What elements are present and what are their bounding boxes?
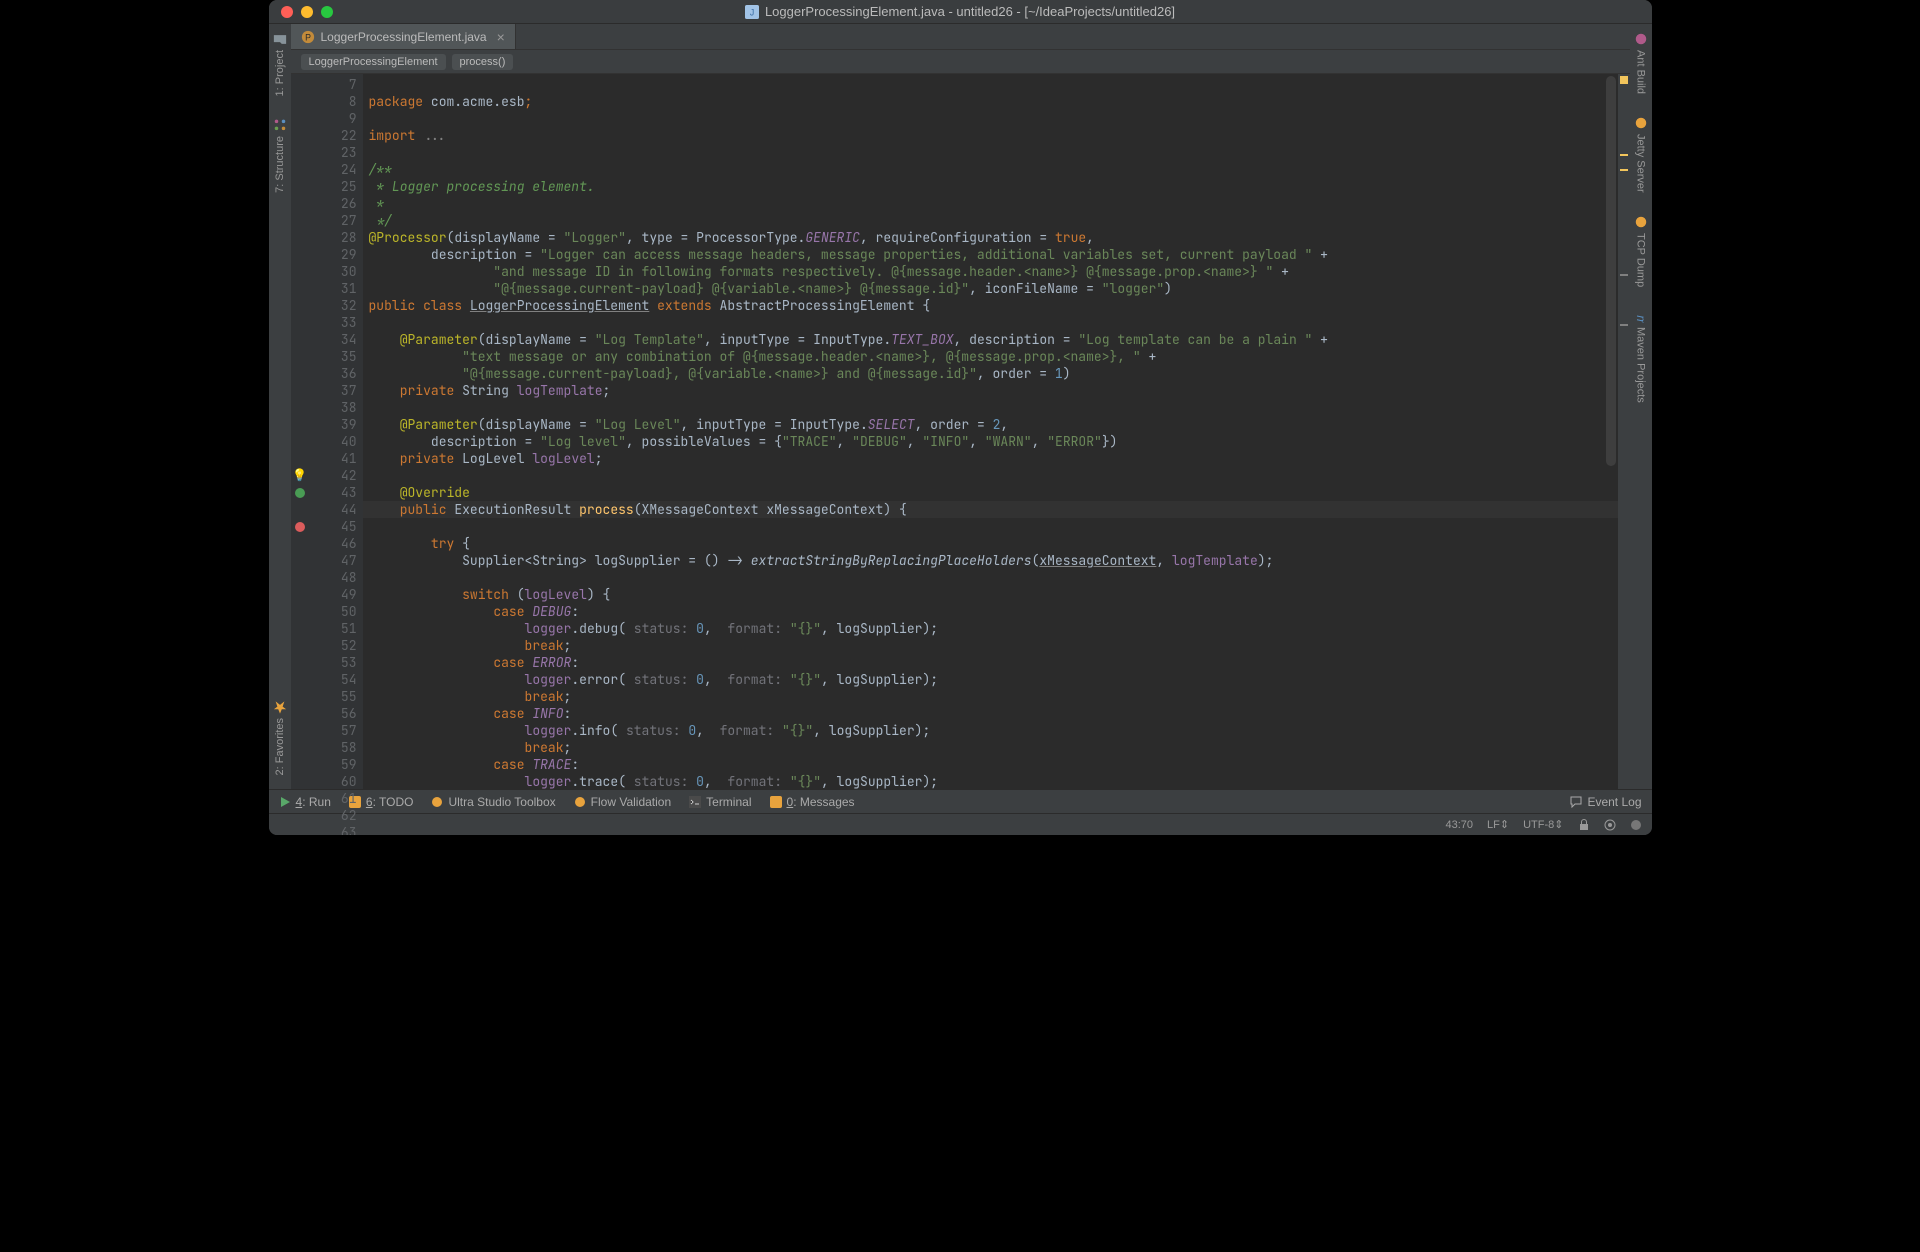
close-tab-button[interactable]: ×: [497, 29, 505, 45]
ide-window: J LoggerProcessingElement.java - untitle…: [269, 0, 1652, 835]
titlebar: J LoggerProcessingElement.java - untitle…: [269, 0, 1652, 24]
window-controls: [281, 6, 333, 18]
jetty-icon: [1634, 116, 1648, 130]
left-tool-rail: 1: Project 7: Structure 2: Favorites: [269, 24, 291, 789]
todo-tool-button[interactable]: 6: TODO: [349, 795, 414, 809]
breadcrumb: LoggerProcessingElement process(): [291, 50, 1630, 74]
event-log-button[interactable]: Event Log: [1570, 795, 1641, 809]
terminal-tool-button[interactable]: Terminal: [689, 795, 751, 809]
messages-icon: [770, 796, 782, 808]
code-area[interactable]: package com.acme.esb; import ... /** * L…: [363, 74, 1618, 789]
code-editor[interactable]: 💡 7 8 9 22 23 24 25 26 27 28 29 30 31 32…: [291, 74, 1630, 789]
java-file-icon: J: [745, 5, 759, 19]
breakpoint-icon[interactable]: [295, 522, 305, 532]
breadcrumb-method[interactable]: process(): [452, 54, 514, 70]
folder-icon: [273, 32, 287, 46]
tcp-dump-tool-tab[interactable]: TCP Dump: [1632, 211, 1650, 291]
vertical-scrollbar[interactable]: [1606, 76, 1616, 466]
toolbox-icon: [431, 796, 443, 808]
svg-text:m: m: [1634, 315, 1648, 323]
favorites-tool-tab[interactable]: 2: Favorites: [271, 696, 289, 779]
error-stripe[interactable]: [1618, 74, 1630, 789]
maven-icon: m: [1634, 309, 1648, 323]
gutter-marks: 💡: [291, 74, 309, 789]
hector-icon[interactable]: [1630, 819, 1642, 831]
lock-icon[interactable]: [1578, 819, 1590, 831]
minimize-window-button[interactable]: [301, 6, 313, 18]
svg-text:P: P: [305, 32, 311, 42]
svg-text:J: J: [750, 7, 754, 17]
ant-icon: [1634, 32, 1648, 46]
jetty-server-tool-tab[interactable]: Jetty Server: [1632, 112, 1650, 197]
speech-bubble-icon: [1570, 796, 1582, 808]
file-encoding[interactable]: UTF-8⇕: [1523, 818, 1563, 831]
inspector-icon[interactable]: [1604, 819, 1616, 831]
editor-tabs: P LoggerProcessingElement.java ×: [291, 24, 1630, 50]
tcp-icon: [1634, 215, 1648, 229]
terminal-icon: [689, 796, 701, 808]
maven-projects-tool-tab[interactable]: mMaven Projects: [1632, 305, 1650, 407]
flow-validation-tool-button[interactable]: Flow Validation: [574, 795, 671, 809]
inspection-status-icon[interactable]: [1620, 76, 1628, 84]
bottom-tool-bar: 4: Run 6: TODO Ultra Studio Toolbox Flow…: [269, 789, 1652, 813]
structure-tool-tab[interactable]: 7: Structure: [271, 114, 289, 197]
tab-logger-processing-element[interactable]: P LoggerProcessingElement.java ×: [291, 24, 516, 49]
star-icon: [273, 700, 287, 714]
ultra-studio-tool-button[interactable]: Ultra Studio Toolbox: [431, 795, 555, 809]
structure-icon: [273, 118, 287, 132]
right-tool-rail: Ant Build Jetty Server TCP Dump mMaven P…: [1630, 24, 1652, 789]
status-bar: 43:70 LF⇕ UTF-8⇕: [269, 813, 1652, 835]
messages-tool-button[interactable]: 0: Messages: [770, 795, 855, 809]
override-gutter-icon[interactable]: [295, 488, 305, 498]
line-numbers: 7 8 9 22 23 24 25 26 27 28 29 30 31 32 3…: [309, 74, 363, 789]
intention-bulb-icon[interactable]: 💡: [292, 467, 307, 484]
caret-position[interactable]: 43:70: [1446, 819, 1474, 831]
zoom-window-button[interactable]: [321, 6, 333, 18]
line-separator[interactable]: LF⇕: [1487, 818, 1509, 831]
tab-label: LoggerProcessingElement.java: [321, 30, 487, 44]
close-window-button[interactable]: [281, 6, 293, 18]
play-icon: [279, 796, 291, 808]
ant-build-tool-tab[interactable]: Ant Build: [1632, 28, 1650, 98]
flow-icon: [574, 796, 586, 808]
window-title: J LoggerProcessingElement.java - untitle…: [745, 4, 1175, 19]
project-tool-tab[interactable]: 1: Project: [271, 28, 289, 100]
breadcrumb-class[interactable]: LoggerProcessingElement: [301, 54, 446, 70]
package-icon: P: [301, 30, 315, 44]
